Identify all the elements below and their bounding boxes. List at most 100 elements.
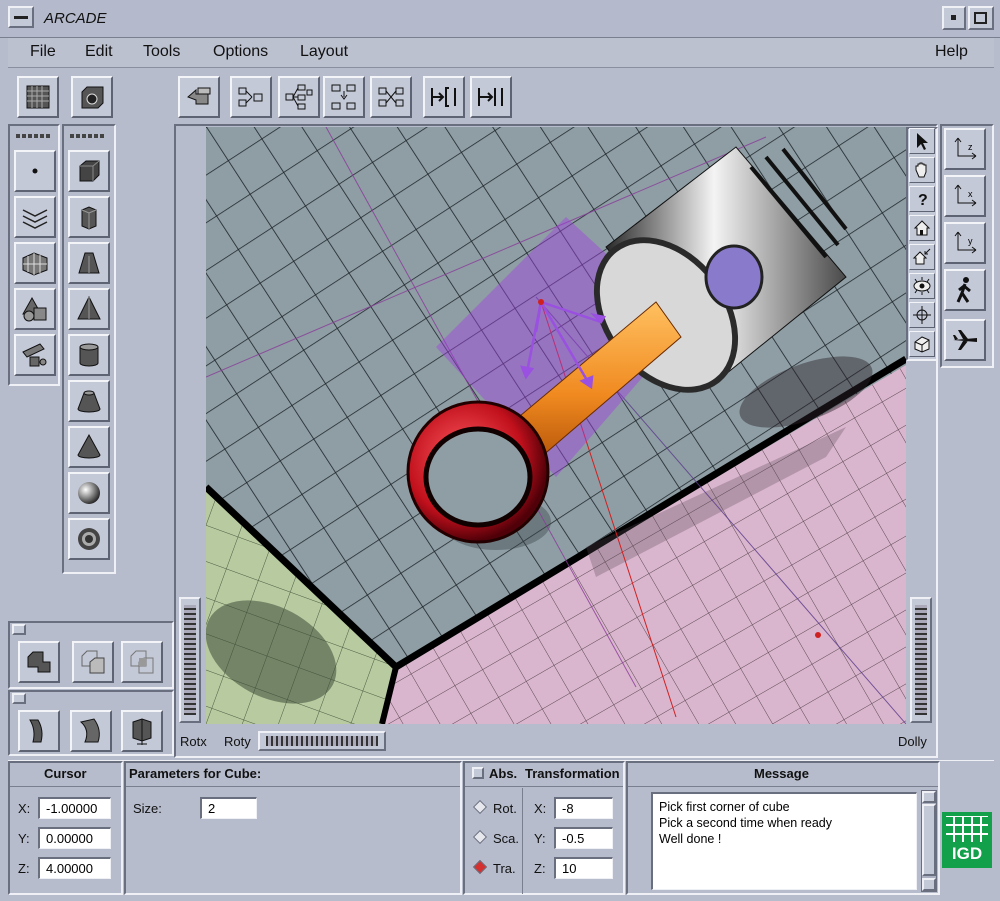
pan-hand-button[interactable] <box>909 157 935 183</box>
hierarchy-icon <box>285 84 313 110</box>
point-tool-button[interactable] <box>14 150 56 192</box>
home-view-button[interactable] <box>909 215 935 241</box>
union-button[interactable] <box>18 641 60 683</box>
message-log[interactable]: Pick first corner of cube Pick a second … <box>651 792 917 890</box>
torus-button[interactable] <box>68 518 110 560</box>
view-yz-button[interactable]: x <box>944 175 986 217</box>
transform-y-field[interactable] <box>554 827 613 849</box>
walk-mode-button[interactable] <box>944 269 986 311</box>
group-icon <box>238 87 263 107</box>
rotx-label: Rotx <box>180 734 207 749</box>
pyramid-button[interactable] <box>68 288 110 330</box>
layers-icon <box>22 209 48 229</box>
detach-icon <box>478 88 503 106</box>
undo-button[interactable] <box>178 76 220 118</box>
select-arrow-button[interactable] <box>909 128 935 154</box>
help-button[interactable]: ? <box>909 186 935 212</box>
palette-grip[interactable] <box>16 134 50 138</box>
cursor-y-field[interactable] <box>38 827 111 849</box>
cube-button[interactable] <box>68 150 110 192</box>
maximize-button[interactable] <box>968 6 994 30</box>
attach-button[interactable] <box>423 76 465 118</box>
cursor-z-field[interactable] <box>38 857 111 879</box>
detach-button[interactable] <box>470 76 512 118</box>
window-menu-button[interactable] <box>8 6 34 28</box>
import-tool-button[interactable] <box>14 334 56 376</box>
camera-view-button[interactable] <box>71 76 113 118</box>
scroll-up-arrow[interactable] <box>922 791 936 803</box>
transform-x-field[interactable] <box>554 797 613 819</box>
frustum-icon <box>78 252 100 274</box>
sphere-button[interactable] <box>68 472 110 514</box>
abs-checkbox[interactable] <box>472 767 484 779</box>
roty-label: Roty <box>224 734 251 749</box>
mesh-tool-button[interactable] <box>14 242 56 284</box>
minimize-button[interactable] <box>942 6 966 30</box>
scroll-down-arrow[interactable] <box>922 878 936 891</box>
palette-grip[interactable] <box>70 134 106 138</box>
seek-button[interactable] <box>909 302 935 328</box>
parameters-panel <box>124 761 462 895</box>
ungroup-button[interactable] <box>370 76 412 118</box>
minimize-icon <box>951 15 956 20</box>
set-home-icon <box>912 248 931 265</box>
view-xy-button[interactable]: z <box>944 128 986 170</box>
prism-button[interactable] <box>68 196 110 238</box>
cone-button[interactable] <box>68 426 110 468</box>
shapes-tool-button[interactable] <box>14 288 56 330</box>
perspective-button[interactable] <box>909 331 935 357</box>
message-title: Message <box>754 766 809 781</box>
arrow-pointer-icon <box>917 133 928 150</box>
menu-options[interactable]: Options <box>213 43 268 61</box>
palette-collapse-button[interactable] <box>12 624 26 635</box>
cursor-x-field[interactable] <box>38 797 111 819</box>
logo-grid <box>946 816 988 842</box>
parameters-title: Parameters for Cube: <box>129 766 262 781</box>
taper-button[interactable] <box>121 710 163 752</box>
twist-button[interactable] <box>70 710 112 752</box>
svg-text:z: z <box>968 142 973 152</box>
transformation-title: Transformation <box>525 766 620 781</box>
menu-help[interactable]: Help <box>935 43 968 61</box>
intersection-button[interactable] <box>121 641 163 683</box>
svg-text:y: y <box>968 236 973 246</box>
view-all-button[interactable] <box>909 273 935 299</box>
bend-button[interactable] <box>18 710 60 752</box>
message-scrollbar[interactable] <box>921 790 937 892</box>
menu-layout[interactable]: Layout <box>300 43 348 61</box>
grid-view-button[interactable] <box>17 76 59 118</box>
cone-frustum-button[interactable] <box>68 380 110 422</box>
title-bar[interactable]: ARCADE <box>0 0 1000 38</box>
intersection-icon <box>130 650 154 674</box>
view-xz-button[interactable]: y <box>944 222 986 264</box>
scroll-thumb[interactable] <box>922 804 936 876</box>
cylinder-button[interactable] <box>68 334 110 376</box>
menu-file[interactable]: File <box>30 43 56 61</box>
cylinder-icon <box>79 343 99 367</box>
rotx-thumbwheel[interactable] <box>179 597 201 723</box>
dolly-thumbwheel[interactable] <box>910 597 932 723</box>
thumbwheel-ridges <box>184 605 196 715</box>
menu-tools[interactable]: Tools <box>143 43 180 61</box>
palette-collapse-button[interactable] <box>12 693 26 704</box>
ungroup-icon <box>378 87 404 107</box>
objects-icon <box>22 343 47 367</box>
walking-person-icon <box>956 277 971 303</box>
menu-edit[interactable]: Edit <box>85 43 113 61</box>
size-field[interactable] <box>200 797 257 819</box>
hierarchy-button[interactable] <box>278 76 320 118</box>
fly-mode-button[interactable] <box>944 319 986 361</box>
tree-expand-button[interactable] <box>323 76 365 118</box>
transform-z-field[interactable] <box>554 857 613 879</box>
axis-z-icon: z <box>954 137 977 160</box>
set-home-button[interactable] <box>909 244 935 270</box>
tree-icon <box>331 84 356 110</box>
surface-tool-button[interactable] <box>14 196 56 238</box>
pyramid-frustum-button[interactable] <box>68 242 110 284</box>
crosshair-icon <box>913 306 931 324</box>
3d-viewport[interactable] <box>206 127 906 724</box>
roty-thumbwheel[interactable] <box>258 731 386 751</box>
group-button[interactable] <box>230 76 272 118</box>
difference-button[interactable] <box>72 641 114 683</box>
torus-icon <box>78 528 100 550</box>
